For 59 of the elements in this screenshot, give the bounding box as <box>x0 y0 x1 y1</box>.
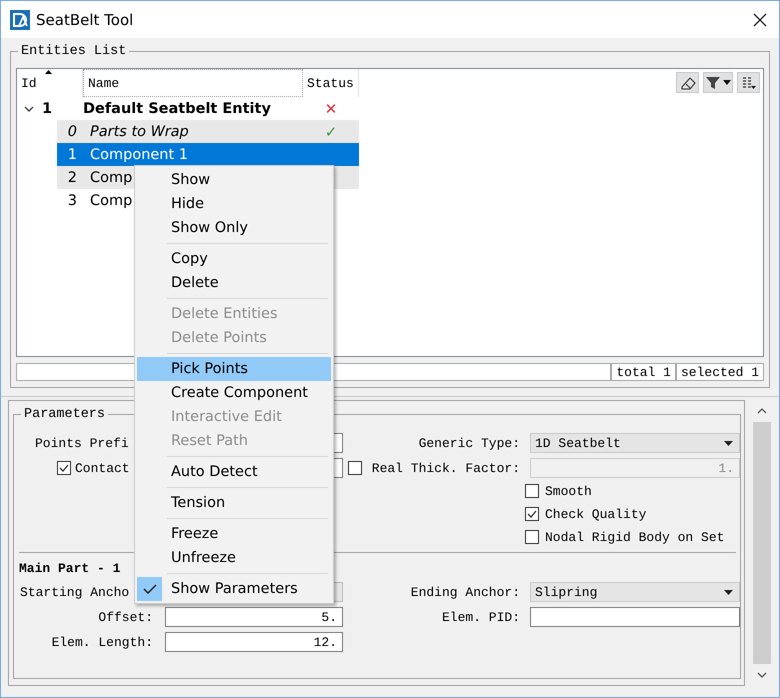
status-mark: ✓ <box>324 122 338 140</box>
close-icon[interactable] <box>753 12 767 26</box>
column-header[interactable]: Status <box>303 69 359 97</box>
menu-item[interactable]: Unfreeze <box>137 546 331 570</box>
field-label: Elem. Length: <box>52 634 153 650</box>
group-title: Entities List <box>20 44 128 59</box>
checkbox-label: Nodal Rigid Body on Set <box>545 530 724 544</box>
window-title: SeatBelt Tool <box>36 10 134 28</box>
menu-item[interactable]: Pick Points <box>137 357 331 381</box>
menu-item[interactable]: Freeze <box>137 522 331 546</box>
group-title: Parameters <box>23 407 106 422</box>
dropdown-arrow-icon <box>724 440 733 446</box>
field-label: Elem. PID: <box>442 610 520 624</box>
checkbox[interactable] <box>525 507 539 521</box>
checkbox[interactable] <box>525 530 539 544</box>
checkbox[interactable] <box>57 461 71 475</box>
field-label: Generic Type: <box>418 436 520 450</box>
type-dropdown[interactable]: 1D Seatbelt <box>530 433 740 453</box>
scroll-down-icon[interactable] <box>757 672 767 678</box>
eraser-icon[interactable] <box>676 72 699 93</box>
menu-item[interactable]: Show <box>137 168 331 192</box>
filter-icon[interactable] <box>703 72 733 93</box>
scroll-up-icon[interactable] <box>757 408 767 414</box>
menu-item[interactable]: Show Parameters <box>137 577 331 601</box>
field-label: Real Thick. Factor: <box>372 460 520 476</box>
section-title: Main Part - 1 <box>19 561 120 578</box>
menu-item[interactable]: Copy <box>137 247 331 271</box>
chevron-icon[interactable] <box>24 106 34 112</box>
tree-row[interactable]: 1 Component 1 <box>57 143 359 166</box>
selected-count: selected 1 <box>676 363 764 381</box>
checkbox-label: Smooth <box>545 484 592 498</box>
pid-field[interactable] <box>530 607 740 627</box>
tree-row[interactable]: 0 Parts to Wrap ✓ <box>57 120 359 143</box>
menu-item[interactable]: Delete <box>137 271 331 295</box>
menu-item[interactable]: Show Only <box>137 216 331 240</box>
field-label: Offset: <box>98 610 153 624</box>
column-list-icon[interactable] <box>737 72 760 93</box>
checkbox-label: Check Quality <box>545 506 646 522</box>
menu-item[interactable]: Create Component <box>137 381 331 405</box>
app-logo-icon <box>10 10 30 30</box>
total-count: total 1 <box>611 363 676 381</box>
status-mark: ✕ <box>324 100 338 118</box>
anchor-dropdown[interactable]: Slipring <box>530 582 740 602</box>
menu-item[interactable]: Auto Detect <box>137 460 331 484</box>
column-header[interactable]: Id <box>17 69 83 97</box>
field-label: Ending Anchor: <box>410 584 520 600</box>
menu-item[interactable]: Hide <box>137 192 331 216</box>
sort-arrow-icon <box>45 70 52 74</box>
entity-name[interactable]: Default Seatbelt Entity <box>83 100 303 116</box>
row-id: 1 <box>41 100 54 116</box>
field-label: Starting Ancho <box>19 584 130 600</box>
menu-item[interactable]: Tension <box>137 491 331 515</box>
checkbox[interactable] <box>525 484 539 498</box>
offset-field[interactable]: 5. <box>165 607 343 627</box>
dropdown-arrow-icon <box>724 590 733 594</box>
column-header[interactable]: Name <box>83 69 303 97</box>
length-field[interactable]: 12. <box>165 632 343 652</box>
checkbox-label: Contact <box>75 460 130 476</box>
field-label: Points Prefi <box>34 436 129 450</box>
